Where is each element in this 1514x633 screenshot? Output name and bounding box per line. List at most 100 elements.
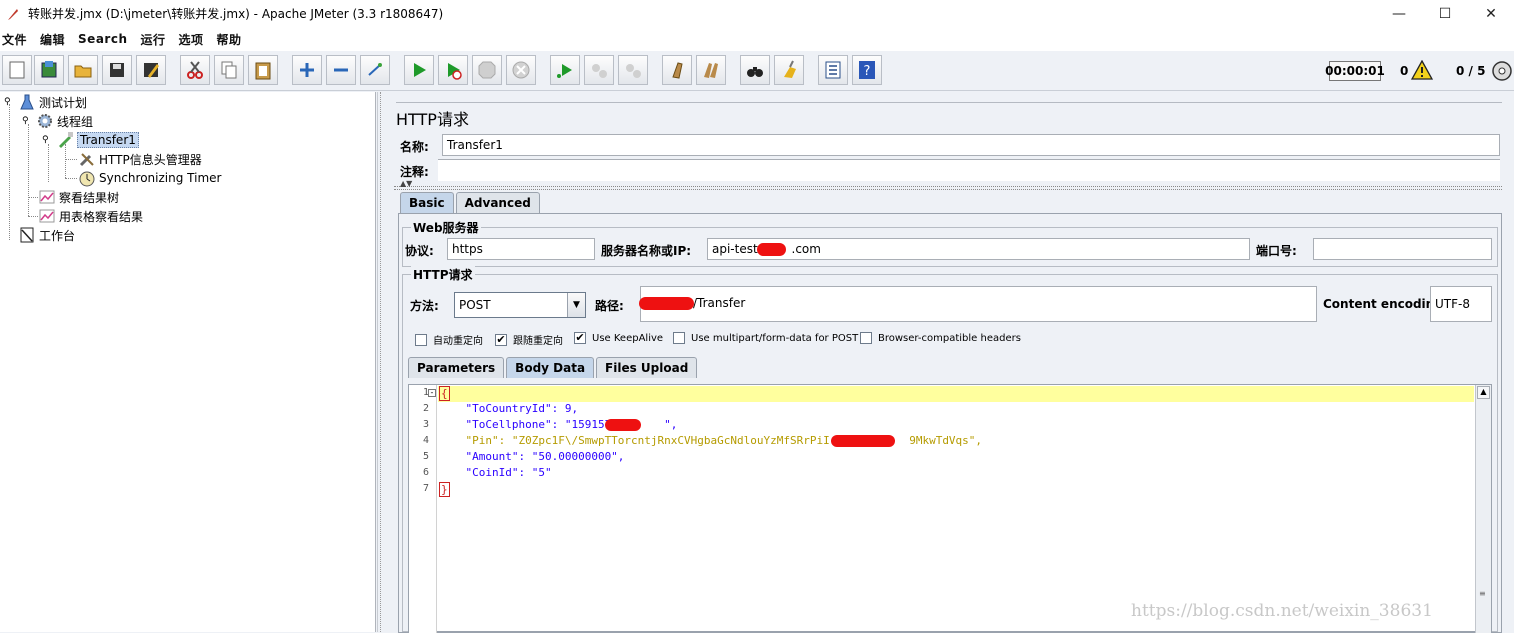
menu-search[interactable]: Search xyxy=(78,32,127,46)
tab-advanced[interactable]: Advanced xyxy=(455,192,540,213)
line-number: 2 xyxy=(422,403,429,414)
line-number: 4 xyxy=(422,435,429,446)
method-select[interactable]: POST ▼ xyxy=(454,292,586,318)
menu-file[interactable]: 文件 xyxy=(2,31,27,48)
scroll-up-icon[interactable]: ▲ xyxy=(1477,386,1490,399)
checkbox-box[interactable] xyxy=(673,332,685,344)
maximize-button[interactable]: ☐ xyxy=(1422,0,1468,27)
watermark: https://blog.csdn.net/weixin_38631 xyxy=(1131,601,1433,621)
tree-item-view-results-table[interactable]: 用表格察看结果 xyxy=(38,207,143,225)
start-no-pause-button[interactable] xyxy=(438,55,468,85)
auto-redirect-checkbox[interactable]: 自动重定向 xyxy=(415,332,483,347)
tab-basic[interactable]: Basic xyxy=(400,192,454,213)
line-number: 7 xyxy=(422,483,429,494)
checkmark-icon[interactable]: ✔ xyxy=(574,332,586,344)
tree-item-header-manager[interactable]: HTTP信息头管理器 xyxy=(78,150,202,168)
collapse-arrows-icon[interactable]: ▲▼ xyxy=(400,179,412,188)
minimize-button[interactable]: — xyxy=(1376,0,1422,27)
encoding-input[interactable]: UTF-8 xyxy=(1430,286,1492,322)
warning-icon[interactable] xyxy=(1411,60,1433,80)
remote-start-button[interactable] xyxy=(550,55,580,85)
checkmark-icon[interactable]: ✔ xyxy=(495,333,507,346)
help-button[interactable]: ? xyxy=(852,55,882,85)
collapse-all-button[interactable] xyxy=(326,55,356,85)
pane-splitter[interactable] xyxy=(377,92,385,632)
save-as-button[interactable] xyxy=(136,55,166,85)
copy-button[interactable] xyxy=(214,55,244,85)
multipart-checkbox[interactable]: Use multipart/form-data for POST xyxy=(673,332,858,344)
tree-item-thread-group[interactable]: ⚲ 线程组 xyxy=(22,112,93,130)
chart-icon xyxy=(39,209,55,223)
tree-toggle-icon[interactable]: ⚲ xyxy=(42,135,56,145)
chevron-down-icon[interactable]: ▼ xyxy=(567,293,585,317)
menu-help[interactable]: 帮助 xyxy=(217,31,242,48)
remote-play-icon xyxy=(557,64,572,78)
menu-edit[interactable]: 编辑 xyxy=(40,31,65,48)
remote-shutdown-button[interactable] xyxy=(618,55,648,85)
clear-button[interactable] xyxy=(662,55,692,85)
panel-title: HTTP请求 xyxy=(396,110,469,129)
tree-toggle-icon[interactable]: ⚲ xyxy=(22,116,36,126)
name-input[interactable]: Transfer1 xyxy=(442,134,1500,156)
function-helper-button[interactable] xyxy=(818,55,848,85)
title-bar: 转账并发.jmx (D:\jmeter\转账并发.jmx) - Apache J… xyxy=(0,0,1514,27)
menu-options[interactable]: 选项 xyxy=(179,31,204,48)
keepalive-checkbox[interactable]: ✔ Use KeepAlive xyxy=(574,332,663,344)
tree-toggle-icon[interactable]: ⚲ xyxy=(4,97,18,107)
save-button[interactable] xyxy=(102,55,132,85)
cut-button[interactable] xyxy=(180,55,210,85)
code-line: } xyxy=(439,482,450,497)
fold-icon[interactable]: - xyxy=(428,389,436,397)
tab-files-upload[interactable]: Files Upload xyxy=(596,357,698,378)
browser-headers-checkbox[interactable]: Browser-compatible headers xyxy=(860,332,1021,344)
start-button[interactable] xyxy=(404,55,434,85)
checkbox-box[interactable] xyxy=(860,332,872,344)
reset-search-button[interactable] xyxy=(774,55,804,85)
close-button[interactable]: ✕ xyxy=(1468,0,1514,27)
tree-item-test-plan[interactable]: ⚲ 测试计划 xyxy=(4,93,87,111)
protocol-input[interactable]: https xyxy=(447,238,595,260)
new-button[interactable] xyxy=(2,55,32,85)
shutdown-button[interactable] xyxy=(506,55,536,85)
editor-scrollbar[interactable]: ▲ ≡ xyxy=(1475,385,1491,633)
search-button[interactable] xyxy=(740,55,770,85)
remote-globe-icon xyxy=(1492,61,1512,81)
open-button[interactable] xyxy=(68,55,98,85)
body-data-editor[interactable]: 1 2 3 4 5 6 7 - { "ToCountryId": 9, "ToC… xyxy=(408,384,1492,633)
copy-icon xyxy=(221,61,237,79)
body-tabs: Parameters Body Data Files Upload xyxy=(408,357,699,378)
checkbox-label: Browser-compatible headers xyxy=(878,332,1021,344)
window-title: 转账并发.jmx (D:\jmeter\转账并发.jmx) - Apache J… xyxy=(28,7,444,21)
paste-button[interactable] xyxy=(248,55,278,85)
tree-item-label: 线程组 xyxy=(57,114,94,129)
plus-icon xyxy=(300,63,314,77)
line-number: 6 xyxy=(422,467,429,478)
path-input[interactable]: /Transfer xyxy=(640,286,1317,322)
remote-stop-button[interactable] xyxy=(584,55,614,85)
comment-input[interactable] xyxy=(438,159,1500,181)
tree-item-label: 工作台 xyxy=(39,228,76,243)
follow-redirect-checkbox[interactable]: ✔ 跟随重定向 xyxy=(495,332,563,347)
toggle-button[interactable] xyxy=(360,55,390,85)
server-input[interactable]: api-test. .com xyxy=(707,238,1250,260)
server-prefix: api-test. xyxy=(712,242,762,256)
shutdown-icon xyxy=(512,61,530,79)
workbench-icon xyxy=(20,227,34,243)
menu-run[interactable]: 运行 xyxy=(140,31,165,48)
clear-all-button[interactable] xyxy=(696,55,726,85)
tree-item-workbench[interactable]: 工作台 xyxy=(18,226,75,244)
tab-parameters[interactable]: Parameters xyxy=(408,357,505,378)
expand-all-button[interactable] xyxy=(292,55,322,85)
tab-body-data[interactable]: Body Data xyxy=(506,357,595,378)
clipboard-icon xyxy=(255,62,271,80)
tree-item-transfer1[interactable]: ⚲ Transfer1 xyxy=(42,131,139,149)
scroll-grip-icon[interactable]: ≡ xyxy=(1479,589,1486,598)
port-input[interactable] xyxy=(1313,238,1492,260)
current-line-highlight xyxy=(438,386,1474,402)
templates-button[interactable] xyxy=(34,55,64,85)
tree-item-view-results-tree[interactable]: 察看结果树 xyxy=(38,188,119,206)
stop-button[interactable] xyxy=(472,55,502,85)
new-file-icon xyxy=(9,61,25,79)
tree-item-sync-timer[interactable]: Synchronizing Timer xyxy=(78,169,221,187)
checkbox-box[interactable] xyxy=(415,333,427,346)
